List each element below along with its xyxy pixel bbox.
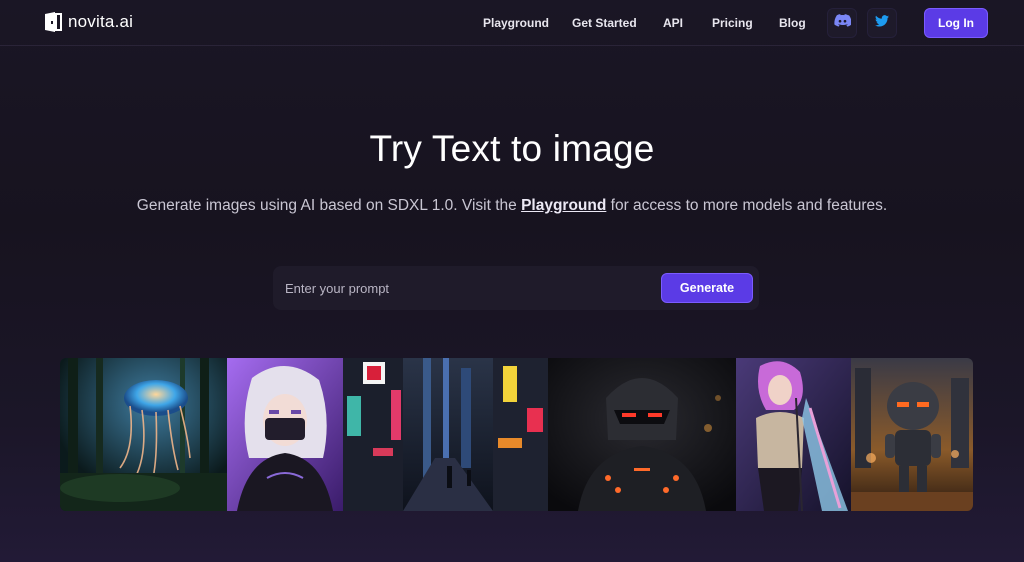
- gallery-image-chibi-robot[interactable]: [851, 358, 973, 511]
- page-title: Try Text to image: [369, 128, 655, 169]
- subtitle-text-before: Generate images using AI based on SDXL 1…: [136, 197, 522, 214]
- nav-link-pricing[interactable]: Pricing: [712, 16, 753, 30]
- hero-subtitle: Generate images using AI based on SDXL 1…: [0, 197, 1024, 215]
- prompt-input[interactable]: [285, 274, 655, 302]
- brand-logo[interactable]: novita.ai: [44, 12, 133, 32]
- top-navbar: novita.ai Playground Get Started API Pri…: [0, 0, 1024, 46]
- prompt-form: Generate: [273, 266, 759, 310]
- playground-link[interactable]: Playground: [521, 197, 606, 214]
- discord-button[interactable]: [827, 8, 857, 38]
- login-button[interactable]: Log In: [924, 8, 988, 38]
- gallery-image-jellyfish-forest[interactable]: [60, 358, 227, 511]
- example-gallery: [60, 358, 973, 511]
- nav-link-get-started[interactable]: Get Started: [572, 16, 637, 30]
- gallery-image-purple-hair-singer[interactable]: [736, 358, 851, 511]
- brand-name: novita.ai: [68, 12, 134, 31]
- gallery-image-anime-girl-masked[interactable]: [227, 358, 343, 511]
- discord-icon: [833, 14, 852, 32]
- generate-button[interactable]: Generate: [661, 273, 753, 303]
- gallery-image-robot-helmet[interactable]: [548, 358, 736, 511]
- novita-logo-icon: [44, 12, 62, 32]
- twitter-icon: [875, 14, 889, 32]
- subtitle-text-after: for access to more models and features.: [606, 197, 888, 214]
- nav-link-playground[interactable]: Playground: [483, 16, 549, 30]
- nav-link-blog[interactable]: Blog: [779, 16, 806, 30]
- nav-link-api[interactable]: API: [663, 16, 683, 30]
- gallery-image-neon-city-street[interactable]: [343, 358, 548, 511]
- twitter-button[interactable]: [867, 8, 897, 38]
